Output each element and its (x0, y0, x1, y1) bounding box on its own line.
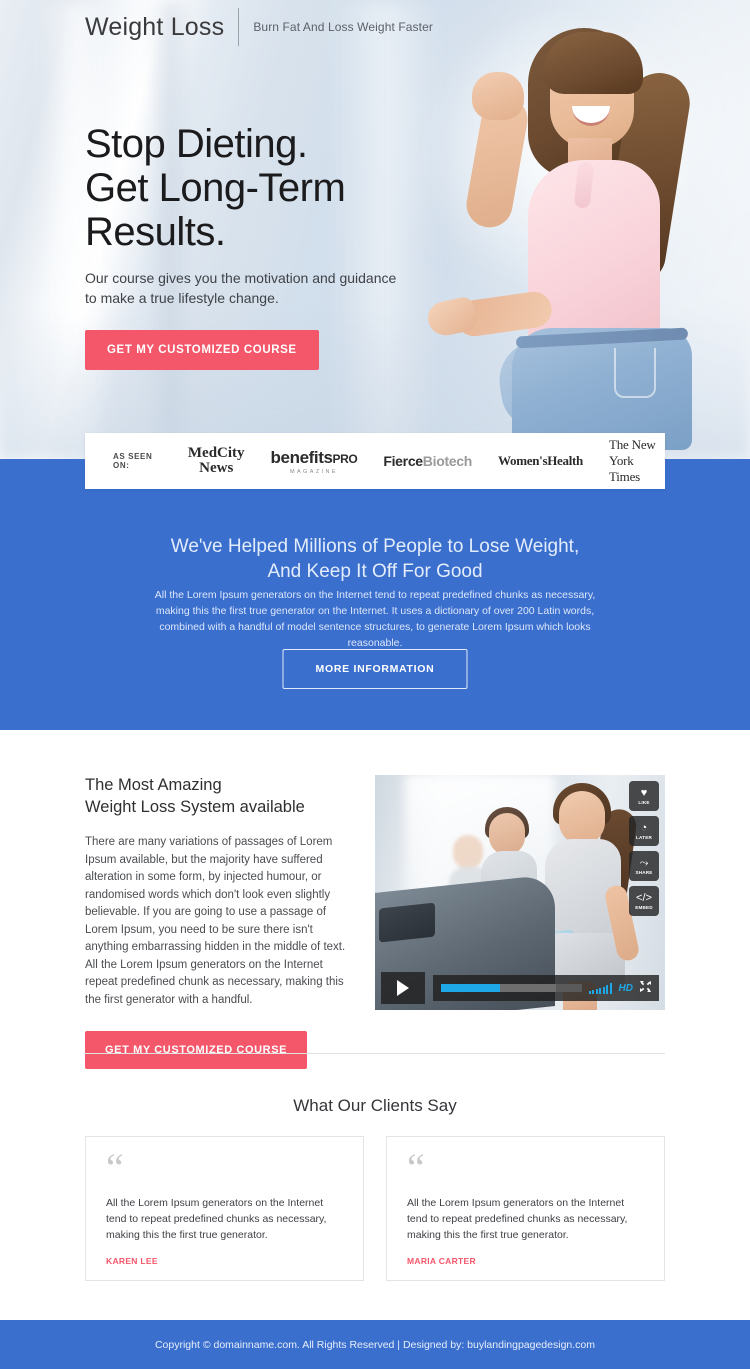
testimonial-card: “ All the Lorem Ipsum generators on the … (386, 1136, 665, 1281)
hero-title-line-1: Stop Dieting. (85, 122, 308, 166)
video-controls-right: HD (433, 975, 659, 1001)
logo-fiercebiotech[interactable]: FierceBiotech (383, 453, 472, 469)
logo-new-york-times[interactable]: The New York Times (609, 437, 665, 485)
more-information-button[interactable]: MORE INFORMATION (282, 649, 468, 689)
blue-heading-line-1: We've Helped Millions of People to Lose … (170, 536, 580, 557)
progress-bar[interactable] (441, 984, 582, 992)
feature-cta-button[interactable]: GET MY CUSTOMIZED COURSE (85, 1031, 308, 1069)
page-title: Stop Dieting. Get Long-Term Results. (85, 122, 445, 254)
section-divider (85, 1053, 665, 1054)
heart-icon: ♥ (640, 786, 648, 799)
clock-icon: ◔ (640, 821, 648, 834)
embed-button[interactable]: </> EMBED (629, 886, 659, 916)
blue-section-heading: We've Helped Millions of People to Lose … (0, 534, 750, 584)
as-seen-on-label: AS SEEN ON: (113, 452, 153, 470)
hero-subtitle-line-2: to make a true lifestyle change. (85, 290, 279, 306)
feature-body-text: There are many variations of passages of… (85, 836, 346, 1006)
brand-divider (238, 8, 240, 46)
feature-text-column: The Most Amazing Weight Loss System avai… (85, 774, 353, 1069)
press-logos-bar: AS SEEN ON: MedCity News benefitsPRO MAG… (85, 433, 665, 489)
hero-model-photo (400, 10, 750, 450)
page-footer: Copyright © domainname.com. All Rights R… (0, 1320, 750, 1369)
feature-title-line-1: The Most Amazing (85, 776, 222, 794)
embed-code-icon: </> (636, 891, 652, 904)
hero-subtitle: Our course gives you the motivation and … (85, 268, 445, 308)
hd-quality-label[interactable]: HD (619, 983, 633, 994)
press-logos-list: MedCity News benefitsPRO MAGAZINE Fierce… (188, 437, 665, 485)
logo-womens-health[interactable]: Women'sHealth (498, 453, 583, 469)
logo-benefits-pro[interactable]: benefitsPRO MAGAZINE (271, 448, 358, 475)
testimonial-card: “ All the Lorem Ipsum generators on the … (85, 1136, 364, 1281)
hero-section: Weight Loss Burn Fat And Loss Weight Fas… (0, 0, 750, 459)
play-button[interactable] (381, 972, 425, 1004)
blue-heading-line-2: And Keep It Off For Good (267, 561, 483, 582)
feature-title-line-2: Weight Loss System available (85, 798, 305, 816)
hero-subtitle-line-1: Our course gives you the motivation and … (85, 270, 397, 286)
brand-tagline: Burn Fat And Loss Weight Faster (253, 20, 433, 34)
video-side-actions: ♥ LIKE ◔ LATER ⤳ SHARE </> EMBED (629, 781, 659, 916)
logo-medcity-news[interactable]: MedCity News (188, 446, 245, 476)
quote-icon: “ (407, 1145, 425, 1190)
hero-cta-button[interactable]: GET MY CUSTOMIZED COURSE (85, 330, 319, 370)
video-player[interactable]: ♥ LIKE ◔ LATER ⤳ SHARE </> EMBED HD (375, 775, 665, 1010)
volume-icon[interactable] (588, 982, 612, 994)
hero-title-line-2: Get Long-Term (85, 166, 346, 210)
watch-later-button[interactable]: ◔ LATER (629, 816, 659, 846)
testimonial-quote: All the Lorem Ipsum generators on the In… (106, 1197, 327, 1241)
testimonials-list: “ All the Lorem Ipsum generators on the … (85, 1136, 665, 1281)
landing-page: Weight Loss Burn Fat And Loss Weight Fas… (0, 0, 750, 1369)
testimonial-author: KAREN LEE (106, 1256, 158, 1266)
blue-section-body: All the Lorem Ipsum generators on the In… (154, 589, 596, 649)
hero-title-line-3: Results. (85, 210, 226, 254)
video-control-bar: HD (381, 972, 659, 1004)
play-icon (397, 980, 409, 996)
share-icon: ⤳ (639, 856, 649, 869)
like-button[interactable]: ♥ LIKE (629, 781, 659, 811)
testimonial-quote: All the Lorem Ipsum generators on the In… (407, 1197, 628, 1241)
share-button[interactable]: ⤳ SHARE (629, 851, 659, 881)
testimonials-title: What Our Clients Say (293, 1096, 457, 1115)
quote-icon: “ (106, 1145, 124, 1190)
value-proposition-section: We've Helped Millions of People to Lose … (0, 459, 750, 730)
feature-title: The Most Amazing Weight Loss System avai… (85, 774, 353, 818)
copyright-text: Copyright © domainname.com. All Rights R… (154, 1338, 596, 1351)
brand-name[interactable]: Weight Loss (85, 13, 224, 42)
fullscreen-icon[interactable] (640, 981, 651, 995)
brand-header: Weight Loss Burn Fat And Loss Weight Fas… (85, 8, 433, 46)
testimonial-author: MARIA CARTER (407, 1256, 476, 1266)
hero-copy: Stop Dieting. Get Long-Term Results. Our… (85, 122, 445, 370)
progress-played (441, 984, 501, 992)
